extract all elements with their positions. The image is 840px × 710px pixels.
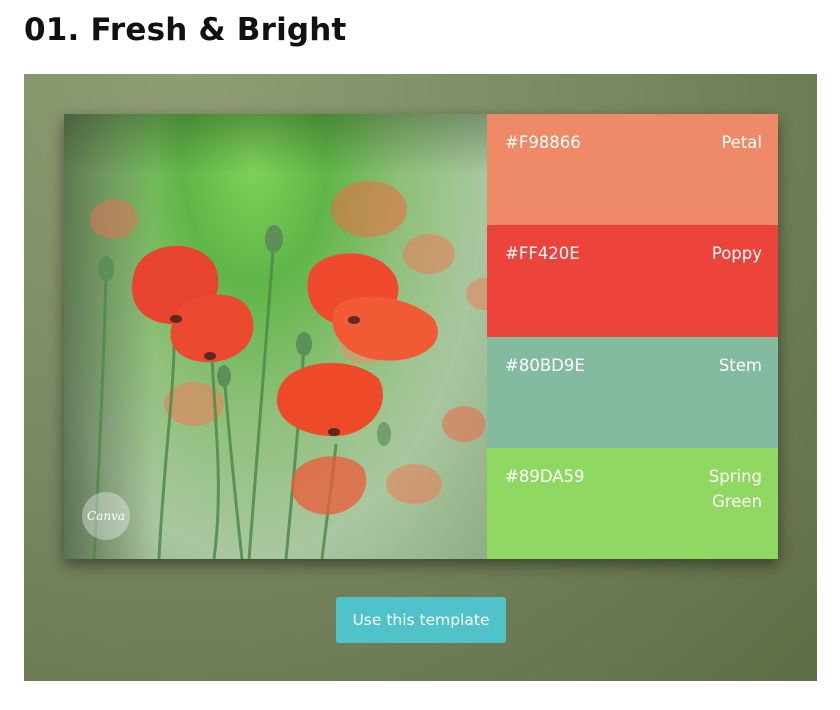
swatch-name: Petal [721, 133, 762, 152]
swatch-hex: #F98866 [505, 133, 581, 152]
swatch-name: Stem [718, 355, 762, 375]
swatch-hex: #89DA59 [505, 466, 585, 486]
swatch-stem: #80BD9E Stem [487, 336, 778, 448]
use-template-button[interactable]: Use this template [336, 597, 506, 643]
page-title: 01. Fresh & Bright [24, 12, 347, 48]
palette-card: Canva #F98866 Petal #FF420E Poppy #80BD9… [64, 114, 778, 559]
poppy-photo: Canva [64, 114, 487, 559]
template-preview-area: Canva #F98866 Petal #FF420E Poppy #80BD9… [24, 74, 817, 681]
swatch-name: Spring Green [708, 466, 762, 511]
color-palette: #F98866 Petal #FF420E Poppy #80BD9E Stem… [487, 114, 778, 559]
swatch-name: Poppy [711, 244, 762, 264]
swatch-hex: #80BD9E [505, 355, 585, 375]
poppy-illustration [90, 181, 487, 559]
swatch-hex: #FF420E [505, 244, 580, 264]
page: 01. Fresh & Bright Canva #F98866 Petal #… [0, 0, 840, 710]
swatch-poppy: #FF420E Poppy [487, 225, 778, 337]
canva-logo-text: Canva [87, 509, 125, 523]
canva-logo-badge: Canva [82, 492, 130, 540]
swatch-petal: #F98866 Petal [487, 114, 778, 226]
swatch-spring-green: #89DA59 Spring Green [487, 447, 778, 559]
